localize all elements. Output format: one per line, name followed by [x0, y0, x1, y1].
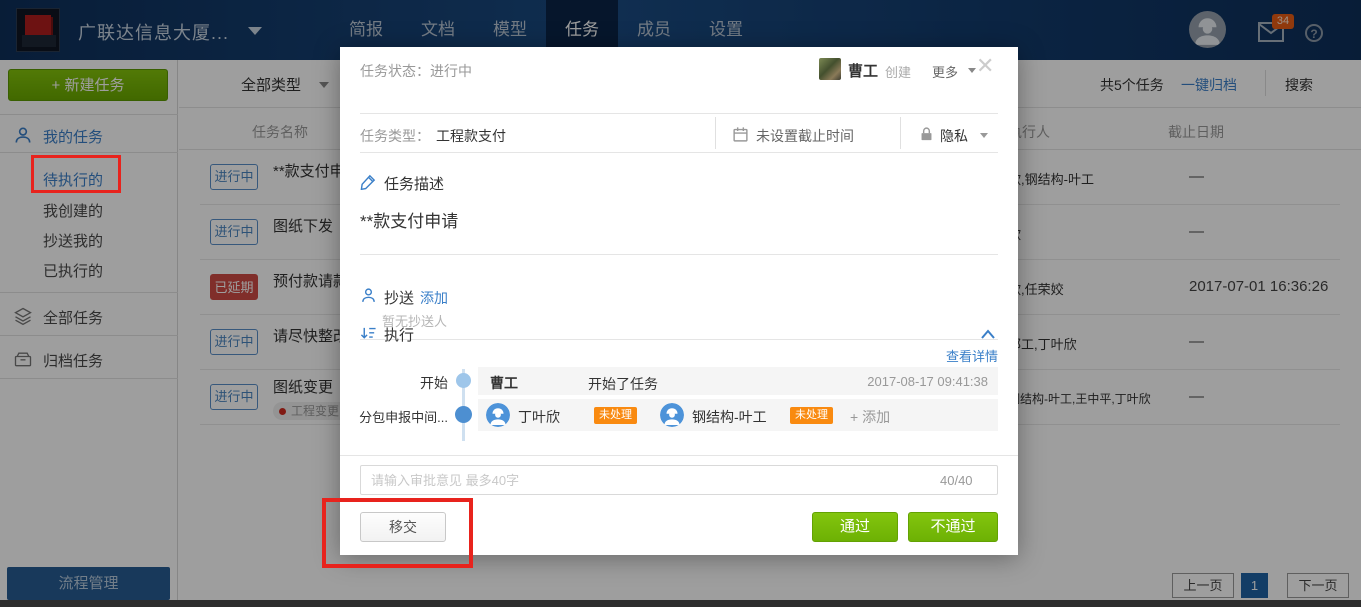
calendar-icon	[732, 126, 749, 143]
divider	[340, 455, 1018, 456]
divider	[360, 113, 998, 114]
description-value: **款支付申请	[360, 207, 458, 232]
assignee-status-badge: 未处理	[594, 407, 637, 424]
assignee-avatar	[660, 403, 684, 427]
lock-icon	[918, 126, 935, 143]
assignee-avatar	[486, 403, 510, 427]
hardhat-person-icon	[660, 403, 684, 427]
sort-list-icon	[360, 325, 377, 342]
cc-section-title: 抄送	[384, 287, 414, 308]
more-menu-button[interactable]: 更多	[932, 62, 958, 81]
task-type-value: 工程款支付	[436, 126, 506, 146]
description-section-title: 任务描述	[384, 173, 444, 194]
timeline-time: 2017-08-17 09:41:38	[867, 374, 988, 389]
chevron-up-icon[interactable]	[980, 327, 996, 339]
view-detail-link[interactable]: 查看详情	[946, 346, 998, 365]
timeline-step-row: 丁叶欣 未处理 钢结构-叶工 未处理 + 添加	[478, 399, 998, 431]
add-assignee-link[interactable]: + 添加	[850, 407, 890, 427]
timeline-start-row: 曹工 开始了任务 2017-08-17 09:41:38	[478, 367, 998, 395]
creator-name: 曹工	[848, 60, 878, 81]
execution-section-title: 执行	[384, 324, 414, 345]
annotation-box-transfer-button	[322, 498, 473, 568]
divider	[715, 117, 716, 149]
close-icon[interactable]: ✕	[976, 55, 994, 77]
hardhat-person-icon	[486, 403, 510, 427]
timeline-step-label: 分包申报中间...	[345, 407, 448, 426]
approval-comment-input[interactable]	[360, 465, 998, 495]
divider	[360, 339, 998, 340]
task-detail-modal: 任务状态：进行中 曹工 创建 更多 ✕ 任务类型： 工程款支付 未设置截止时间 …	[340, 47, 1018, 555]
timeline-user: 曹工	[490, 373, 518, 393]
divider	[900, 117, 901, 149]
app-root: 广联达信息大厦... 简报 文档 模型 任务 成员 设置 34 ?	[0, 0, 1361, 607]
task-type-label: 任务类型：	[360, 126, 430, 146]
deadline-setting[interactable]: 未设置截止时间	[756, 126, 854, 146]
creator-avatar	[819, 58, 841, 80]
privacy-dropdown[interactable]: 隐私	[940, 126, 968, 146]
approve-button[interactable]: 通过	[812, 512, 898, 542]
chevron-down-icon	[980, 133, 988, 138]
divider	[360, 152, 998, 153]
assignee-name: 钢结构-叶工	[692, 407, 767, 427]
annotation-box-pending-item	[31, 155, 121, 193]
person-icon	[360, 287, 377, 304]
divider	[360, 254, 998, 255]
timeline-dot	[455, 406, 472, 423]
assignee-status-badge: 未处理	[790, 407, 833, 424]
chevron-down-icon	[968, 68, 976, 73]
comment-counter: 40/40	[940, 473, 973, 488]
assignee-name: 丁叶欣	[518, 407, 560, 427]
cc-add-link[interactable]: 添加	[420, 288, 448, 308]
pencil-icon	[360, 173, 377, 190]
created-label: 创建	[885, 62, 911, 81]
timeline-action: 开始了任务	[588, 374, 658, 394]
reject-button[interactable]: 不通过	[908, 512, 998, 542]
task-status-text: 任务状态：进行中	[360, 61, 472, 81]
timeline-start-label: 开始	[345, 373, 448, 393]
timeline-dot	[456, 373, 471, 388]
